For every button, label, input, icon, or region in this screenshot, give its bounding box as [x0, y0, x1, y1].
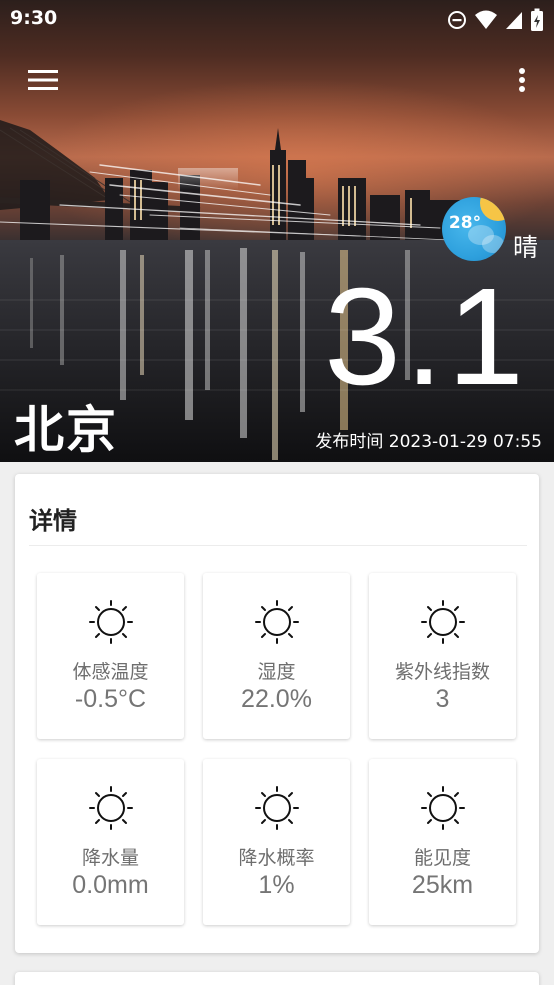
publish-time: 发布时间 2023-01-29 07:55: [315, 432, 542, 452]
status-icons: [446, 8, 544, 32]
detail-tile-feels-like[interactable]: 体感温度 -0.5°C: [37, 573, 184, 739]
sun-icon: [89, 786, 133, 830]
weather-condition-badge: 28°: [442, 197, 506, 261]
detail-value: 25km: [411, 871, 474, 899]
sun-icon: [255, 600, 299, 644]
divider: [29, 545, 527, 546]
detail-label: 降水量: [81, 847, 139, 869]
detail-value: 22.0%: [241, 685, 312, 713]
sun-icon: [421, 600, 465, 644]
detail-label: 降水概率: [238, 847, 315, 869]
detail-tile-precipitation[interactable]: 降水量 0.0mm: [37, 759, 184, 925]
detail-tile-precipitation-probability[interactable]: 降水概率 1%: [203, 759, 350, 925]
current-temperature: 3.1: [324, 260, 528, 414]
more-options-button[interactable]: [508, 62, 536, 98]
weather-condition-text: 晴: [513, 233, 539, 262]
detail-value: 0.0mm: [72, 871, 149, 899]
wifi-icon: [475, 10, 497, 29]
detail-value: 1%: [258, 871, 295, 899]
detail-tile-visibility[interactable]: 能见度 25km: [369, 759, 516, 925]
more-vert-icon: [519, 68, 525, 92]
detail-tile-uv-index[interactable]: 紫外线指数 3: [369, 573, 516, 739]
sun-icon: [421, 786, 465, 830]
cell-signal-icon: [506, 12, 522, 29]
detail-label: 紫外线指数: [394, 661, 490, 683]
do-not-disturb-icon: [448, 11, 466, 29]
battery-charging-icon: [531, 8, 543, 31]
sun-icon: [89, 600, 133, 644]
details-card: 详情 体感温度 -0.5°C 湿度 22.0% 紫外线指数 3 降水量 0.0m…: [15, 474, 539, 953]
detail-tile-humidity[interactable]: 湿度 22.0%: [203, 573, 350, 739]
detail-value: 3: [435, 685, 450, 713]
city-name: 北京: [14, 401, 118, 459]
menu-icon: [28, 70, 58, 90]
status-time: 9:30: [10, 7, 58, 29]
detail-label: 体感温度: [72, 661, 149, 683]
cloud-shape: [482, 235, 504, 253]
status-bar: 9:30: [0, 0, 554, 38]
weather-screen: 9:30 28° 晴 3.1 北京 发布时间 2023-01-29 07:55 …: [0, 0, 554, 985]
menu-button[interactable]: [22, 62, 64, 98]
detail-label: 能见度: [413, 847, 471, 869]
sun-icon: [255, 786, 299, 830]
next-card: [15, 972, 539, 985]
badge-temperature: 28°: [448, 213, 482, 233]
details-title: 详情: [29, 507, 77, 535]
detail-label: 湿度: [257, 661, 296, 683]
hero-banner: 9:30 28° 晴 3.1 北京 发布时间 2023-01-29 07:55: [0, 0, 554, 462]
detail-value: -0.5°C: [74, 685, 147, 713]
